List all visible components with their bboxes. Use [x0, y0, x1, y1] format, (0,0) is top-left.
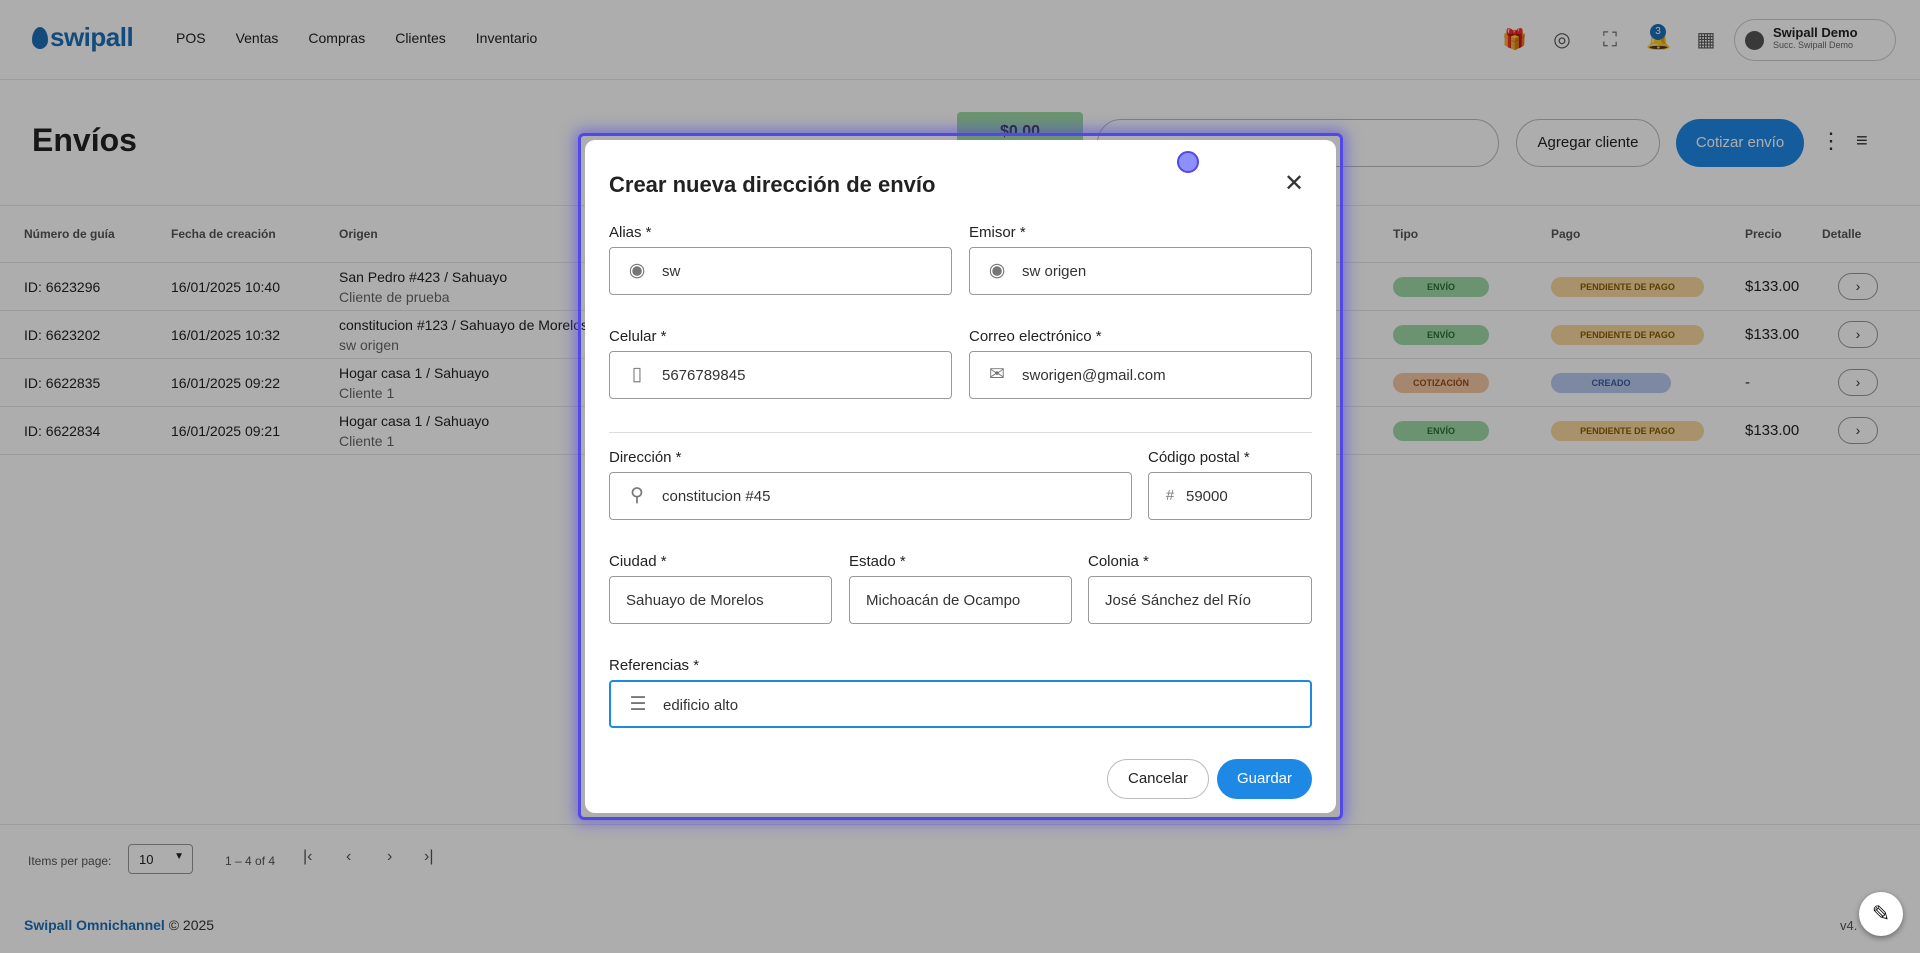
dialog-title: Crear nueva dirección de envío — [609, 172, 936, 197]
references-field[interactable]: ☰ edificio alto — [609, 680, 1312, 728]
section-divider — [609, 432, 1312, 433]
mail-icon: ✉ — [989, 364, 1005, 385]
address-field[interactable]: ⚲ constitucion #45 — [609, 472, 1132, 520]
cursor-indicator — [1177, 151, 1199, 173]
state-field[interactable]: Michoacán de Ocampo — [849, 576, 1072, 624]
colony-field[interactable]: José Sánchez del Río — [1088, 576, 1312, 624]
location-pin-icon: ⚲ — [630, 485, 644, 506]
cancel-button[interactable]: Cancelar — [1107, 759, 1209, 799]
zip-label: Código postal * — [1148, 449, 1250, 466]
sender-label: Emisor * — [969, 224, 1026, 241]
state-label: Estado * — [849, 553, 906, 570]
new-shipping-address-dialog: Crear nueva dirección de envío ✕ Alias *… — [585, 140, 1336, 813]
pen-icon: ✎ — [1871, 901, 1891, 926]
city-field[interactable]: Sahuayo de Morelos — [609, 576, 832, 624]
chat-fab-button[interactable]: ✎ — [1859, 892, 1903, 936]
close-icon[interactable]: ✕ — [1280, 170, 1308, 198]
person-icon: ◉ — [988, 260, 1006, 281]
references-label: Referencias * — [609, 657, 700, 674]
city-label: Ciudad * — [609, 553, 667, 570]
colony-label: Colonia * — [1088, 553, 1149, 570]
alias-label: Alias * — [609, 224, 652, 241]
zip-field[interactable]: # 59000 — [1148, 472, 1312, 520]
email-field[interactable]: ✉ sworigen@gmail.com — [969, 351, 1312, 399]
phone-label: Celular * — [609, 328, 667, 345]
alias-field[interactable]: ◉ sw — [609, 247, 952, 295]
save-button[interactable]: Guardar — [1217, 759, 1312, 799]
email-label: Correo electrónico * — [969, 328, 1102, 345]
hash-icon: # — [1165, 487, 1175, 504]
comment-icon: ☰ — [629, 694, 647, 715]
person-icon: ◉ — [628, 260, 646, 281]
sender-field[interactable]: ◉ sw origen — [969, 247, 1312, 295]
phone-icon: ▯ — [631, 364, 643, 385]
address-label: Dirección * — [609, 449, 682, 466]
phone-field[interactable]: ▯ 5676789845 — [609, 351, 952, 399]
